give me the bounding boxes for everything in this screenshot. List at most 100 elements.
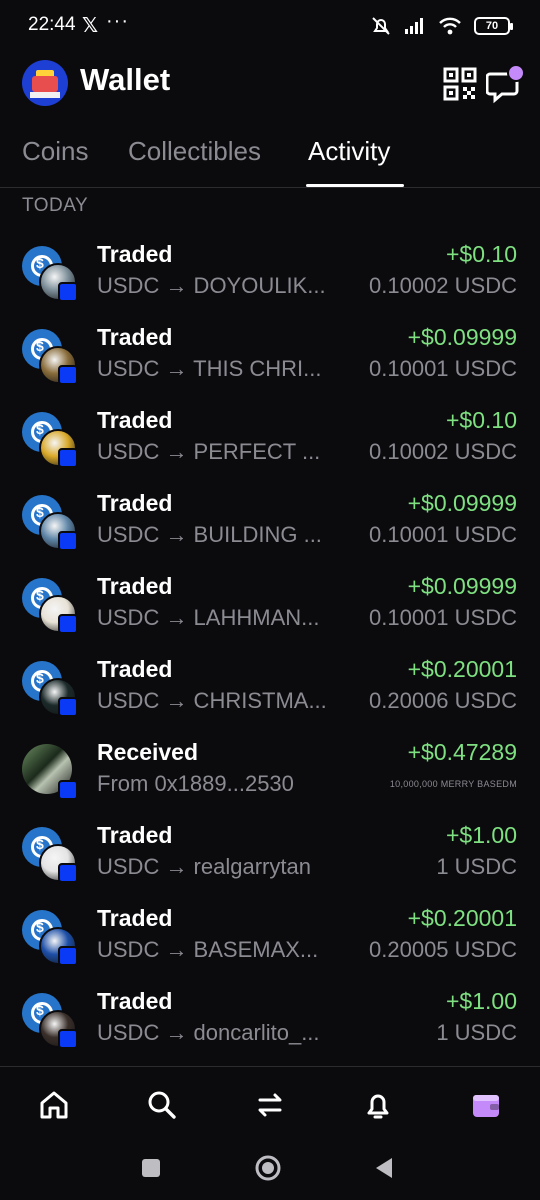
activity-row[interactable]: Traded USDC → PERFECT ... +$0.10 0.10002…	[0, 398, 540, 481]
app-header: Wallet	[0, 56, 540, 112]
profile-avatar[interactable]	[22, 60, 68, 106]
base-chain-badge-icon	[58, 863, 78, 883]
activity-type: Traded	[97, 988, 173, 1014]
usdc-to-nft-icon	[22, 329, 80, 387]
base-chain-badge-icon	[58, 365, 78, 385]
activity-row[interactable]: Traded USDC → realgarrytan +$1.00 1 USDC	[0, 813, 540, 896]
activity-row[interactable]: Traded USDC → THIS CHRI... +$0.09999 0.1…	[0, 315, 540, 398]
activity-amount: +$0.20001	[407, 905, 517, 931]
base-chain-badge-icon	[58, 1029, 78, 1049]
activity-amount: +$1.00	[446, 822, 517, 848]
usdc-to-nft-icon	[22, 661, 80, 719]
activity-detail: USDC → BASEMAX...	[97, 937, 319, 962]
activity-detail: USDC → BUILDING ...	[97, 522, 322, 547]
activity-type: Traded	[97, 490, 173, 516]
base-chain-badge-icon	[58, 697, 78, 717]
activity-token-value: 0.10001 USDC	[369, 605, 517, 630]
activity-detail: USDC → PERFECT ...	[97, 439, 321, 464]
activity-row[interactable]: Traded USDC → BUILDING ... +$0.09999 0.1…	[0, 481, 540, 564]
activity-row[interactable]: Traded USDC → BASEMAX... +$0.20001 0.200…	[0, 896, 540, 979]
base-chain-badge-icon	[58, 448, 78, 468]
usdc-to-nft-icon	[22, 993, 80, 1051]
activity-type: Traded	[97, 241, 173, 267]
activity-detail: USDC → LAHHMAN...	[97, 605, 320, 630]
recents-icon[interactable]	[137, 1154, 165, 1182]
qr-code-icon[interactable]	[443, 67, 477, 101]
activity-token-value: 0.20005 USDC	[369, 937, 517, 962]
activity-detail: USDC → CHRISTMA...	[97, 688, 327, 713]
activity-detail: USDC → doncarlito_...	[97, 1020, 320, 1045]
tab-coins[interactable]: Coins	[22, 136, 88, 167]
activity-token-value: 0.20006 USDC	[369, 688, 517, 713]
mute-icon	[372, 17, 390, 35]
usdc-to-nft-icon	[22, 578, 80, 636]
wifi-icon	[439, 17, 461, 35]
activity-token-value: 0.10002 USDC	[369, 439, 517, 464]
tab-collectibles[interactable]: Collectibles	[128, 136, 261, 167]
system-navigation-bar	[0, 1142, 540, 1200]
usdc-to-nft-icon	[22, 827, 80, 885]
active-tab-indicator	[306, 184, 404, 187]
activity-amount: +$0.10	[446, 407, 517, 433]
activity-amount: +$0.47289	[407, 739, 517, 765]
x-app-icon: 𝕏	[82, 15, 99, 37]
activity-detail: From 0x1889...2530	[97, 771, 294, 796]
activity-token-value: 1 USDC	[436, 1020, 517, 1045]
activity-token-value: 0.10001 USDC	[369, 356, 517, 381]
usdc-to-nft-icon	[22, 246, 80, 304]
swap-icon[interactable]	[252, 1087, 288, 1123]
activity-type: Traded	[97, 905, 173, 931]
activity-token-value: 0.10002 USDC	[369, 273, 517, 298]
activity-detail: USDC → realgarrytan	[97, 854, 311, 879]
activity-amount: +$1.00	[446, 988, 517, 1014]
activity-amount: +$0.09999	[407, 490, 517, 516]
activity-detail: USDC → THIS CHRI...	[97, 356, 322, 381]
bell-icon[interactable]	[360, 1087, 396, 1123]
tab-bar: Coins Collectibles Activity	[0, 128, 540, 188]
activity-token-value: 1 USDC	[436, 854, 517, 879]
activity-token-value: 10,000,000 MERRY BASEDM	[389, 779, 517, 789]
activity-amount: +$0.10	[446, 241, 517, 267]
activity-amount: +$0.20001	[407, 656, 517, 682]
usdc-to-nft-icon	[22, 412, 80, 470]
activity-type: Traded	[97, 324, 173, 350]
activity-row[interactable]: Traded USDC → CHRISTMA... +$0.20001 0.20…	[0, 647, 540, 730]
back-icon[interactable]	[370, 1154, 398, 1182]
messages-icon[interactable]	[486, 64, 526, 104]
base-chain-badge-icon	[58, 614, 78, 634]
activity-type: Traded	[97, 573, 173, 599]
tab-activity[interactable]: Activity	[308, 136, 390, 167]
base-chain-badge-icon	[58, 282, 78, 302]
more-notifications-icon: ···	[106, 10, 129, 32]
home-button-icon[interactable]	[254, 1154, 282, 1182]
activity-type: Traded	[97, 822, 173, 848]
base-chain-badge-icon	[58, 946, 78, 966]
activity-row[interactable]: Received From 0x1889...2530 +$0.47289 10…	[0, 730, 540, 813]
wallet-icon[interactable]	[468, 1087, 504, 1123]
signal-icon	[405, 18, 423, 34]
activity-type: Received	[97, 739, 199, 765]
bottom-navigation	[0, 1066, 540, 1142]
search-icon[interactable]	[144, 1087, 180, 1123]
home-icon[interactable]	[36, 1087, 72, 1123]
received-token-icon	[22, 744, 80, 802]
section-header-today: TODAY	[22, 195, 89, 216]
activity-type: Traded	[97, 656, 173, 682]
page-title: Wallet	[80, 62, 171, 97]
activity-row[interactable]: Traded USDC → doncarlito_... +$1.00 1 US…	[0, 979, 540, 1062]
activity-row[interactable]: Traded USDC → LAHHMAN... +$0.09999 0.100…	[0, 564, 540, 647]
activity-amount: +$0.09999	[407, 573, 517, 599]
base-chain-badge-icon	[58, 531, 78, 551]
activity-row[interactable]: Traded USDC → DOYOULIK... +$0.10 0.10002…	[0, 232, 540, 315]
base-chain-badge-icon	[58, 780, 78, 800]
battery-icon: 70	[474, 17, 513, 35]
usdc-to-nft-icon	[22, 495, 80, 553]
usdc-to-nft-icon	[22, 910, 80, 968]
activity-type: Traded	[97, 407, 173, 433]
activity-amount: +$0.09999	[407, 324, 517, 350]
activity-detail: USDC → DOYOULIK...	[97, 273, 326, 298]
activity-token-value: 0.10001 USDC	[369, 522, 517, 547]
status-icons: 70	[370, 14, 513, 38]
status-time: 22:44	[28, 14, 76, 35]
status-bar: 22:44 𝕏 ··· 70	[0, 0, 540, 52]
